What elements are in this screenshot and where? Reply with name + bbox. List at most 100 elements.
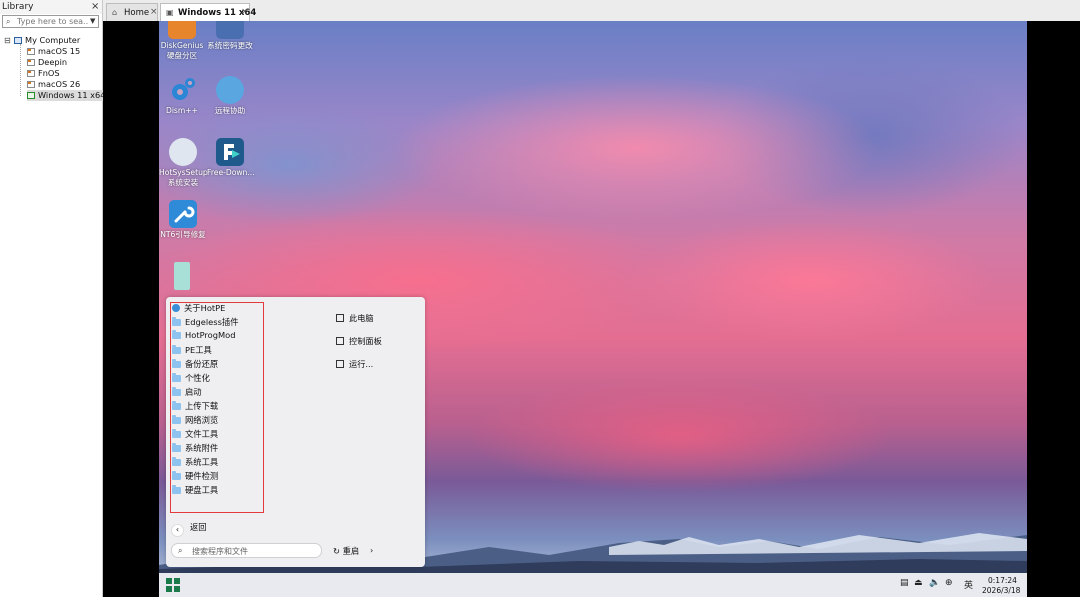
folder-icon [172, 471, 181, 480]
user-key-icon [216, 21, 244, 39]
desktop-icon-remote-assist[interactable]: 远程协助 [207, 76, 253, 116]
menu-item-folder[interactable]: PE工具 [172, 344, 212, 356]
info-icon [172, 304, 180, 312]
back-button[interactable]: ‹ 返回 [171, 521, 207, 537]
chevron-right-icon[interactable]: › [370, 545, 373, 555]
library-title: Library [2, 2, 34, 12]
tree-item-label: My Computer [25, 35, 81, 45]
menu-item-folder[interactable]: 系统附件 [172, 442, 218, 454]
folder-icon [172, 401, 181, 410]
menu-item-label: 运行... [349, 359, 374, 369]
menu-search-input[interactable]: ⌕ 搜索程序和文件 [171, 543, 322, 558]
tree-collapse-icon[interactable]: ⊟ [4, 36, 11, 45]
menu-item-folder[interactable]: Edgeless插件 [172, 316, 239, 328]
tree-item-deepin[interactable]: Deepin [27, 57, 67, 68]
folder-icon [172, 317, 181, 326]
folder-icon [172, 443, 181, 452]
menu-item-folder[interactable]: 硬件检测 [172, 470, 218, 482]
computer-icon [336, 314, 344, 322]
chevron-left-icon: ‹ [171, 524, 184, 537]
keyboard-icon[interactable]: ▤ [900, 578, 909, 588]
vm-icon [27, 70, 35, 77]
desktop-icon-diskgenius[interactable]: DiskGenius 硬盘分区 [159, 21, 205, 61]
folder-icon [172, 485, 181, 494]
desktop-icon-nt6[interactable]: NT6引导修复 [159, 200, 207, 240]
icon-label: 硬盘分区 [166, 51, 198, 60]
folder-icon [172, 373, 181, 382]
desktop-icon-dism[interactable]: Dism++ [159, 76, 205, 116]
vm-icon [27, 81, 35, 88]
library-close-button[interactable]: × [91, 1, 99, 12]
tree-connector [20, 44, 22, 96]
home-icon: ⌂ [112, 8, 118, 17]
desktop-icon-hotsyssetup[interactable]: HotSysSetup 系统安装 [159, 138, 208, 188]
network-icon[interactable]: ⊕ [945, 578, 953, 588]
icon-label: Dism++ [165, 106, 199, 115]
menu-item-label: 关于HotPE [184, 303, 226, 313]
menu-item-folder[interactable]: 上传下载 [172, 400, 218, 412]
search-icon: ⌕ [178, 546, 183, 555]
menu-item-label: 硬件检测 [185, 471, 219, 481]
folder-icon [172, 415, 181, 424]
icon-label: 远程协助 [214, 106, 246, 115]
menu-item-about[interactable]: 关于HotPE [172, 302, 225, 314]
menu-item-folder[interactable]: 启动 [172, 386, 202, 398]
menu-item-label: 网络浏览 [185, 415, 219, 425]
tree-item-fnos[interactable]: FnOS [27, 68, 60, 79]
menu-item-label: 启动 [185, 387, 202, 397]
restart-icon: ↻ [333, 546, 343, 556]
vm-icon [27, 48, 35, 55]
menu-item-folder[interactable]: 系统工具 [172, 456, 218, 468]
tab-close-button[interactable]: × [241, 7, 249, 17]
windows-start-icon[interactable] [166, 578, 180, 592]
icon-label: Free-Down... [207, 168, 255, 177]
tree-item-label: macOS 15 [38, 46, 81, 56]
search-icon: ⌕ [6, 17, 11, 26]
safely-remove-icon[interactable]: ⏏ [914, 578, 923, 588]
desktop-icon-freedown[interactable]: Free-Down... [207, 138, 255, 178]
volume-icon[interactable]: 🔈 [929, 578, 940, 588]
vm-icon: ▣ [166, 8, 174, 17]
tab-windows11[interactable]: ▣ Windows 11 x64 × [160, 3, 256, 21]
folder-icon [172, 429, 181, 438]
remote-assist-icon [216, 76, 244, 104]
menu-item-folder[interactable]: 文件工具 [172, 428, 218, 440]
clock-time[interactable]: 0:17:24 [988, 576, 1017, 585]
desktop-icon-recycle[interactable] [164, 262, 200, 292]
menu-item-control-panel[interactable]: 控制面板 [336, 335, 382, 347]
tab-close-button[interactable]: × [150, 7, 158, 17]
menu-item-run[interactable]: 运行... [336, 358, 373, 370]
menu-item-label: 备份还原 [185, 359, 219, 369]
tree-item-macos26[interactable]: macOS 26 [27, 79, 80, 90]
menu-item-label: PE工具 [185, 345, 212, 355]
menu-item-label: 上传下载 [185, 401, 219, 411]
language-indicator[interactable]: 英 [964, 578, 973, 591]
menu-item-folder[interactable]: 硬盘工具 [172, 484, 218, 496]
menu-item-folder[interactable]: 网络浏览 [172, 414, 218, 426]
menu-item-label: HotProgMod [185, 330, 236, 340]
library-search-input[interactable]: ⌕ Type here to sea... ▼ [2, 15, 99, 28]
icon-label: NT6引导修复 [160, 230, 206, 239]
chevron-down-icon[interactable]: ▼ [90, 17, 95, 25]
tab-label: Home [124, 8, 150, 18]
clock-date[interactable]: 2026/3/18 [982, 586, 1020, 595]
menu-item-folder[interactable]: 备份还原 [172, 358, 218, 370]
back-label: 返回 [190, 522, 207, 532]
restart-button[interactable]: ↻ 重启 [333, 545, 359, 557]
restart-label: 重启 [342, 546, 360, 556]
tree-item-windows11[interactable]: Windows 11 x64 [27, 90, 108, 101]
vm-icon [27, 59, 35, 66]
desktop-icon-password[interactable]: 系统密码更改 [205, 21, 255, 51]
diskgenius-icon [168, 21, 196, 39]
menu-item-this-pc[interactable]: 此电脑 [336, 312, 374, 324]
recycle-bin-icon [174, 262, 190, 290]
library-search-placeholder: Type here to sea... [17, 17, 89, 26]
tab-home[interactable]: ⌂ Home × [106, 3, 158, 21]
tree-item-my-computer[interactable]: My Computer [14, 35, 80, 46]
download-arrow-icon [216, 138, 244, 166]
menu-item-folder[interactable]: 个性化 [172, 372, 210, 384]
menu-item-label: 文件工具 [185, 429, 219, 439]
tree-item-macos15[interactable]: macOS 15 [27, 46, 80, 57]
menu-item-label: 系统工具 [185, 457, 219, 467]
menu-item-folder[interactable]: HotProgMod [172, 330, 236, 342]
